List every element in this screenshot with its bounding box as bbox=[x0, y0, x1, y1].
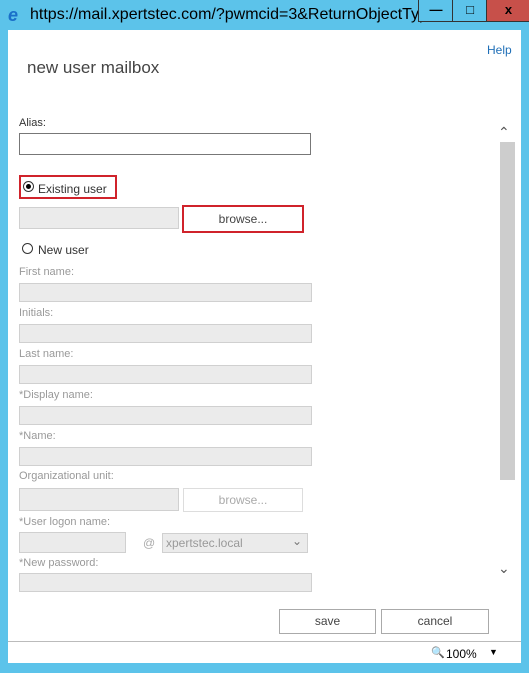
domain-value: xpertstec.local bbox=[166, 536, 243, 550]
org-unit-label: Organizational unit: bbox=[19, 470, 114, 482]
window-title: https://mail.xpertstec.com/?pwmcid=3&Ret… bbox=[30, 6, 451, 23]
first-name-input[interactable] bbox=[19, 283, 312, 302]
alias-input[interactable] bbox=[19, 133, 311, 155]
existing-user-label: Existing user bbox=[38, 182, 107, 196]
display-name-input[interactable] bbox=[19, 406, 312, 425]
zoom-level[interactable]: 100% bbox=[446, 647, 477, 661]
display-name-label: *Display name: bbox=[19, 389, 93, 401]
scrollbar-thumb[interactable] bbox=[500, 142, 515, 480]
scroll-up-icon[interactable]: ⌃ bbox=[498, 124, 510, 141]
scroll-down-icon[interactable]: ⌄ bbox=[498, 560, 510, 577]
alias-label: Alias: bbox=[19, 117, 46, 129]
last-name-label: Last name: bbox=[19, 348, 74, 360]
logon-name-label: *User logon name: bbox=[19, 516, 111, 528]
browse-button[interactable]: browse... bbox=[182, 205, 304, 233]
chevron-down-icon: ⌄ bbox=[291, 534, 302, 548]
at-sign: @ bbox=[143, 536, 156, 550]
last-name-input[interactable] bbox=[19, 365, 312, 384]
close-button[interactable]: x bbox=[486, 0, 529, 22]
org-unit-browse-button[interactable]: browse... bbox=[183, 488, 303, 512]
new-password-input[interactable] bbox=[19, 573, 312, 592]
new-user-radio[interactable] bbox=[22, 243, 33, 254]
first-name-label: First name: bbox=[19, 266, 75, 278]
save-button[interactable]: save bbox=[279, 609, 376, 634]
zoom-dropdown-icon[interactable]: ▼ bbox=[489, 647, 498, 657]
zoom-icon: 🔍 bbox=[431, 647, 445, 659]
domain-select[interactable]: xpertstec.local ⌄ bbox=[162, 533, 308, 553]
cancel-button[interactable]: cancel bbox=[381, 609, 489, 634]
ie-logo-icon: e bbox=[8, 5, 19, 25]
existing-user-radio[interactable] bbox=[23, 181, 34, 192]
initials-input[interactable] bbox=[19, 324, 312, 343]
org-unit-input bbox=[19, 488, 179, 511]
minimize-button[interactable]: — bbox=[418, 0, 454, 22]
help-link[interactable]: Help bbox=[487, 43, 512, 57]
dialog-title: new user mailbox bbox=[27, 58, 160, 77]
existing-user-input bbox=[19, 207, 179, 229]
new-user-label: New user bbox=[38, 243, 89, 257]
name-label: *Name: bbox=[19, 430, 56, 442]
new-password-label: *New password: bbox=[19, 557, 99, 569]
name-input[interactable] bbox=[19, 447, 312, 466]
logon-name-input[interactable] bbox=[19, 532, 126, 553]
maximize-button[interactable]: □ bbox=[452, 0, 488, 22]
initials-label: Initials: bbox=[19, 307, 54, 319]
